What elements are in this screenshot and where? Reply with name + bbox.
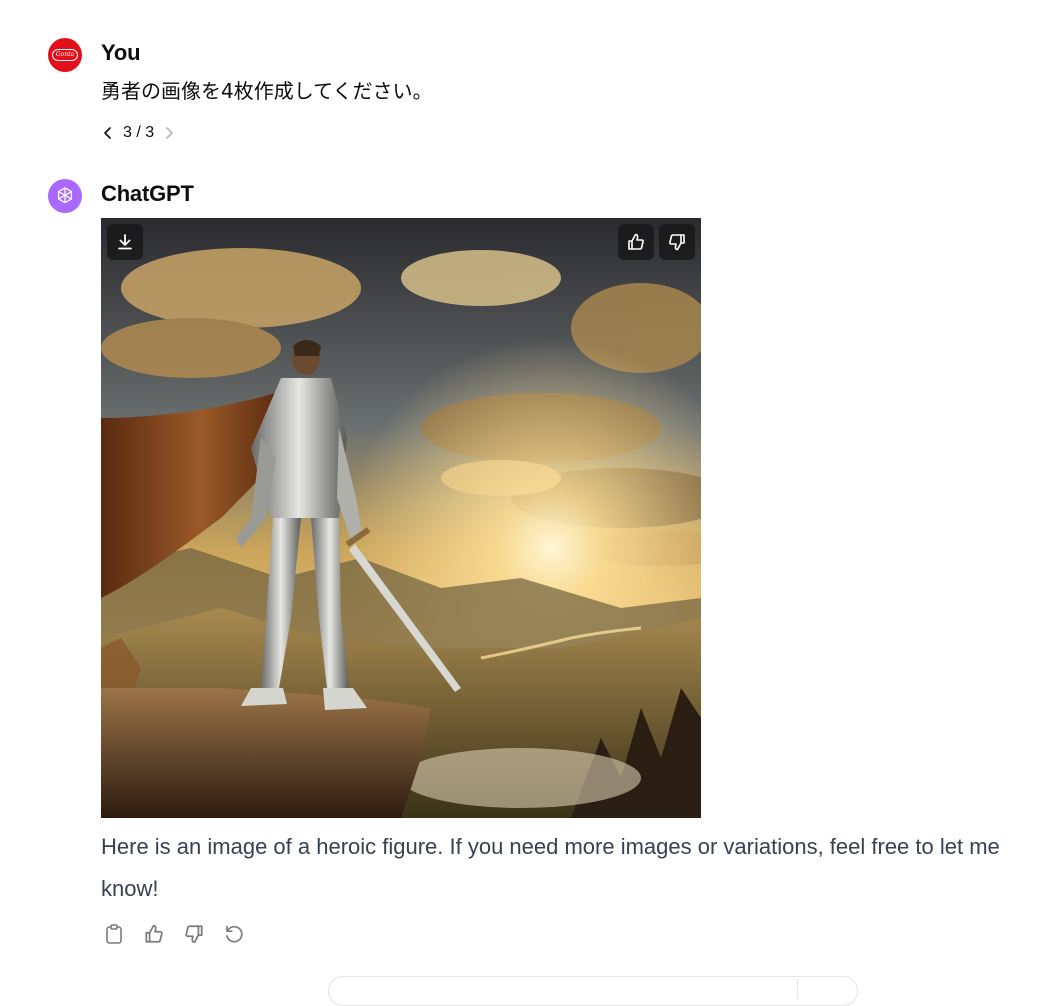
chevron-left-icon[interactable] (101, 122, 115, 144)
regenerate-button[interactable] (221, 920, 247, 948)
thumbs-down-icon (669, 234, 685, 251)
message-composer[interactable] (328, 976, 858, 1006)
image-dislike-button[interactable] (659, 224, 695, 260)
thumbs-down-icon (185, 925, 203, 944)
generated-image[interactable] (101, 218, 701, 818)
regenerate-icon (226, 925, 243, 943)
chevron-right-icon[interactable] (162, 122, 176, 144)
user-avatar-badge: Gonta (52, 49, 78, 61)
hero-scene-image (101, 218, 701, 818)
copy-icon (106, 924, 122, 944)
copy-button[interactable] (101, 920, 127, 948)
image-like-button[interactable] (618, 224, 654, 260)
message-version-pager: 3 / 3 (101, 122, 176, 144)
assistant-message-text: Here is an image of a heroic figure. If … (101, 834, 1000, 901)
good-response-button[interactable] (141, 920, 167, 948)
assistant-avatar (48, 179, 82, 213)
thumbs-up-icon (145, 924, 163, 943)
assistant-author-name: ChatGPT (101, 181, 194, 206)
download-icon (118, 234, 132, 250)
user-avatar: Gonta (48, 38, 82, 72)
pager-label: 3 / 3 (123, 124, 155, 141)
composer-divider (797, 979, 798, 999)
bad-response-button[interactable] (181, 920, 207, 948)
thumbs-up-icon (628, 233, 644, 250)
openai-logo-icon (57, 187, 73, 204)
message-actions (101, 920, 247, 948)
user-author-name: You (101, 40, 141, 65)
download-image-button[interactable] (107, 224, 143, 260)
user-message-text: 勇者の画像を4枚作成してください。 (101, 79, 433, 103)
